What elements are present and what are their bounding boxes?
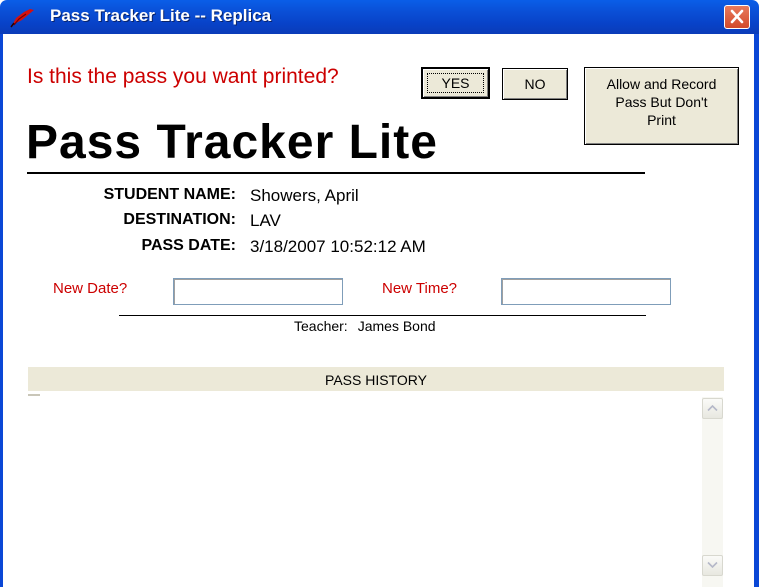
no-button[interactable]: NO bbox=[502, 68, 568, 100]
pass-history-list[interactable] bbox=[28, 391, 724, 587]
brand-title: Pass Tracker Lite bbox=[26, 116, 438, 169]
red-pen-icon bbox=[10, 9, 34, 28]
teacher-label: Teacher: bbox=[294, 318, 348, 334]
new-date-field[interactable] bbox=[173, 278, 343, 305]
pass-date-label: PASS DATE: bbox=[141, 237, 236, 254]
brand-divider bbox=[27, 172, 645, 174]
window-frame-right bbox=[754, 34, 759, 587]
allow-button-line2: Pass But Don't bbox=[615, 94, 708, 110]
teacher-name: James Bond bbox=[357, 318, 436, 334]
yes-button[interactable]: YES bbox=[421, 67, 490, 99]
chevron-up-icon bbox=[707, 404, 718, 412]
new-date-label: New Date? bbox=[53, 280, 128, 297]
yes-button-label: YES bbox=[427, 73, 484, 93]
chevron-down-icon bbox=[707, 561, 718, 569]
destination-value: LAV bbox=[250, 211, 281, 230]
close-icon bbox=[730, 9, 744, 24]
teacher-line: Teacher: James Bond bbox=[294, 318, 436, 334]
allow-button-line3: Print bbox=[647, 112, 676, 128]
teacher-divider bbox=[119, 315, 646, 316]
allow-button-line1: Allow and Record bbox=[606, 76, 717, 92]
window-frame-left bbox=[0, 34, 3, 587]
print-prompt: Is this the pass you want printed? bbox=[27, 65, 339, 88]
destination-label: DESTINATION: bbox=[123, 211, 236, 228]
title-bar[interactable]: Pass Tracker Lite -- Replica bbox=[0, 0, 759, 34]
list-cursor-mark bbox=[28, 394, 40, 396]
close-button[interactable] bbox=[724, 5, 750, 29]
pass-date-value: 3/18/2007 10:52:12 AM bbox=[250, 237, 426, 256]
student-name-label: STUDENT NAME: bbox=[103, 186, 236, 203]
scroll-up-button[interactable] bbox=[702, 398, 723, 419]
scroll-down-button[interactable] bbox=[702, 555, 723, 576]
new-time-field[interactable] bbox=[501, 278, 671, 305]
new-time-label: New Time? bbox=[382, 280, 458, 297]
pass-history-header: PASS HISTORY bbox=[28, 367, 724, 391]
student-name-value: Showers, April bbox=[250, 186, 359, 205]
allow-record-no-print-button[interactable]: Allow and Record Pass But Don't Print bbox=[584, 67, 739, 145]
window-title: Pass Tracker Lite -- Replica bbox=[50, 6, 272, 25]
